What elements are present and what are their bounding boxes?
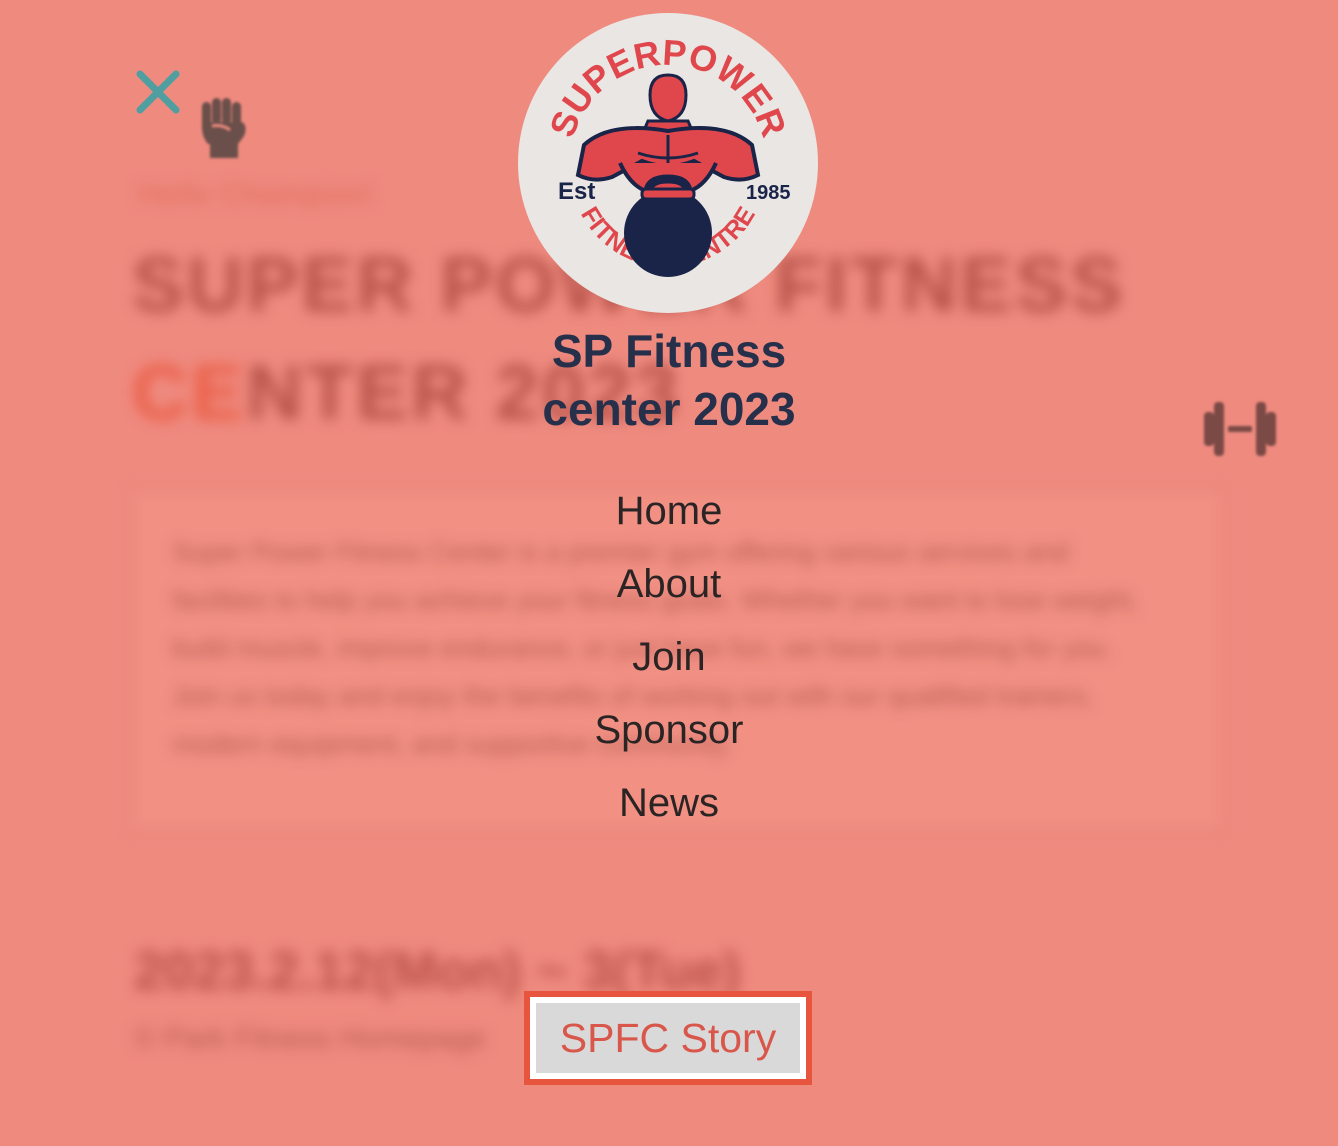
menu-item-join[interactable]: Join xyxy=(469,628,869,701)
background-tagline: Hello Champion! xyxy=(138,178,375,211)
spfc-story-button[interactable]: SPFC Story xyxy=(536,1003,800,1073)
logo-year: 1985 xyxy=(746,182,791,204)
background-copyright: © Park Fitness Homepage xyxy=(134,1022,487,1055)
menu-item-home[interactable]: Home xyxy=(469,482,869,555)
main-menu: Home About Join Sponsor News xyxy=(469,482,869,847)
dumbbell-icon xyxy=(1204,402,1276,456)
story-button-frame: SPFC Story xyxy=(524,991,812,1085)
raised-fist-icon xyxy=(201,98,246,158)
site-title: SP Fitness center 2023 xyxy=(542,325,796,435)
close-icon[interactable] xyxy=(132,66,184,118)
menu-item-sponsor[interactable]: Sponsor xyxy=(469,701,869,774)
menu-item-about[interactable]: About xyxy=(469,555,869,628)
menu-item-news[interactable]: News xyxy=(469,774,869,847)
logo-est: Est xyxy=(558,178,595,205)
superpower-logo: SUPERPOWER FITNESS CENTRE Est 1985 xyxy=(518,13,818,313)
